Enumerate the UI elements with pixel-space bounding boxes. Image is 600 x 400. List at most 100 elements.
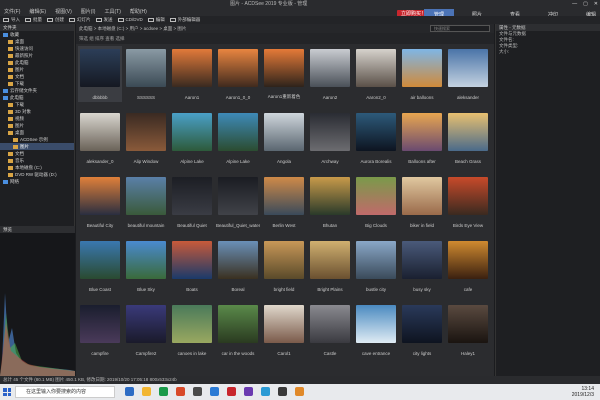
edit-button[interactable]: 编辑 — [147, 16, 165, 24]
thumbnail-item[interactable]: biker in field — [400, 174, 444, 230]
thumbnail-item[interactable]: Carol1 — [262, 302, 306, 358]
create-button[interactable]: 创建 — [47, 16, 64, 24]
thumbnail-item[interactable]: Archway — [308, 110, 352, 166]
thumbnail-item[interactable]: Blue Coast — [78, 238, 122, 294]
thumbnail-item[interactable]: aleksander_0 — [78, 110, 122, 166]
folder-tree-item[interactable]: 下载 — [0, 101, 74, 108]
batch-button[interactable]: 批量 — [25, 16, 42, 24]
windows-start-button[interactable] — [3, 388, 11, 396]
maximize-button[interactable]: ▢ — [583, 0, 588, 8]
thumbnail-item[interactable]: Aaron1 — [170, 46, 214, 102]
thumbnail-item[interactable]: car in the woods — [216, 302, 260, 358]
thumbnail-item[interactable]: Beautiful City — [78, 174, 122, 230]
menu-file[interactable]: 文件(F) — [4, 8, 20, 16]
menu-help[interactable]: 帮助(H) — [130, 8, 147, 16]
filter-bar[interactable]: 筛选 组 排序 查看 选择 — [76, 33, 494, 44]
thumbnail-item[interactable]: aleksander — [446, 46, 490, 102]
folder-tree-item[interactable]: 收藏 — [0, 31, 74, 38]
send-button[interactable]: 发送 — [95, 16, 113, 24]
folder-tree-item[interactable]: 此电脑 — [0, 94, 74, 101]
folder-tree-item[interactable]: 桌面 — [0, 38, 74, 45]
folder-tree-item[interactable]: 音乐 — [0, 157, 74, 164]
folder-tree-item[interactable]: 网络 — [0, 178, 74, 185]
folder-tree-item[interactable]: 本地磁盘 (C:) — [0, 164, 74, 171]
thumbnail-item[interactable]: dbbbbb — [78, 46, 122, 102]
thumbnail-item[interactable]: Berlin West — [262, 174, 306, 230]
thumbnail-item[interactable]: busy sky — [400, 238, 444, 294]
thumbnail-item[interactable]: Big Clouds — [354, 174, 398, 230]
folder-tree-item[interactable]: 下载 — [0, 80, 74, 87]
thumbnail-item[interactable]: Beautiful Quiet — [170, 174, 214, 230]
folder-tree-item[interactable]: 图片 — [0, 143, 74, 150]
minimize-button[interactable]: — — [572, 0, 577, 8]
folder-tree-item[interactable]: 图片 — [0, 122, 74, 129]
taskbar-app-icon[interactable] — [227, 387, 236, 396]
folder-tree-item[interactable]: ACDSee 示例 — [0, 136, 74, 143]
menu-image[interactable]: 图片(I) — [81, 8, 96, 16]
folder-tree-item[interactable]: 最新照片 — [0, 52, 74, 59]
thumbnail-item[interactable]: city lights — [400, 302, 444, 358]
thumbnail-item[interactable]: Alpine Lake — [216, 110, 260, 166]
thumbnail-item[interactable]: Angola — [262, 110, 306, 166]
thumbnail-item[interactable]: Beach Grass — [446, 110, 490, 166]
slideshow-button[interactable]: 幻灯片 — [69, 16, 91, 24]
thumbnail-item[interactable]: Castle — [308, 302, 352, 358]
thumbnail-item[interactable]: Alpine Lake — [170, 110, 214, 166]
taskbar-app-icon[interactable] — [159, 387, 168, 396]
thumbnail-item[interactable]: Boreal — [216, 238, 260, 294]
thumbnail-item[interactable]: Haley1 — [446, 302, 490, 358]
menu-edit[interactable]: 编辑(E) — [29, 8, 46, 16]
folder-tree-item[interactable]: 云存储文件夹 — [0, 87, 74, 94]
thumbnail-item[interactable]: canoes in lake — [170, 302, 214, 358]
thumbnail-item[interactable]: air balloons — [400, 46, 444, 102]
thumbnail-item[interactable]: Boats — [170, 238, 214, 294]
thumbnail-item[interactable]: cave entrance — [354, 302, 398, 358]
folder-tree-item[interactable]: 图片 — [0, 66, 74, 73]
thumbnail-item[interactable]: Bhutan — [308, 174, 352, 230]
thumbnail-item[interactable]: Birds Eye View — [446, 174, 490, 230]
folder-tree-item[interactable]: 3D 对象 — [0, 108, 74, 115]
thumbnail-item[interactable]: campfire — [78, 302, 122, 358]
close-button[interactable]: ✕ — [594, 0, 598, 8]
taskbar-app-icon[interactable] — [193, 387, 202, 396]
taskbar-search-input[interactable]: 在这里输入你要搜索的内容 — [15, 386, 115, 398]
taskbar-app-icon[interactable] — [176, 387, 185, 396]
thumbnail-item[interactable]: bustle city — [354, 238, 398, 294]
folder-tree-item[interactable]: 快速访问 — [0, 45, 74, 52]
thumbnail-item[interactable]: bright field — [262, 238, 306, 294]
folder-tree-item[interactable]: 文档 — [0, 150, 74, 157]
menu-view[interactable]: 视图(V) — [55, 8, 72, 16]
folder-tree-item[interactable]: 视频 — [0, 115, 74, 122]
folder-tree-item[interactable]: 桌面 — [0, 129, 74, 136]
thumbnail-item[interactable]: Beautiful_Quiet_waterm... — [216, 174, 260, 230]
menu-tools[interactable]: 工具(T) — [104, 8, 120, 16]
folder-tree-item[interactable]: 此电脑 — [0, 59, 74, 66]
cd-dvd-button[interactable]: CD/DVD — [117, 16, 143, 24]
thumbnail-item[interactable]: Aaron2 — [308, 46, 352, 102]
taskbar-app-icon[interactable] — [125, 387, 134, 396]
thumbnail-item[interactable]: Aaron2_0 — [354, 46, 398, 102]
thumbnail-item[interactable]: SSSSSS — [124, 46, 168, 102]
folder-tree-item[interactable]: DVD RW 驱动器 (D:) — [0, 171, 74, 178]
thumbnail-item[interactable]: Aaron1重新着色 — [262, 46, 306, 102]
taskbar-app-icon[interactable] — [210, 387, 219, 396]
thumbnail-item[interactable]: Bright Plains — [308, 238, 352, 294]
taskbar-app-icon[interactable] — [295, 387, 304, 396]
thumbnail-item[interactable]: Aurora Borealis — [354, 110, 398, 166]
thumbnail-item[interactable]: Balloons after — [400, 110, 444, 166]
thumbnail-item[interactable]: cafe — [446, 238, 490, 294]
taskbar-app-icon[interactable] — [142, 387, 151, 396]
taskbar-app-icon[interactable] — [278, 387, 287, 396]
thumbnail-item[interactable]: Campfire2 — [124, 302, 168, 358]
thumbnail-item[interactable]: Alip Window — [124, 110, 168, 166]
taskbar-app-icon[interactable] — [244, 387, 253, 396]
breadcrumb[interactable]: 此电脑 > 本地磁盘 (C:) > 用户 > acdsee > 桌面 > 图片 — [79, 26, 186, 31]
import-button[interactable]: 导入 — [3, 16, 20, 24]
thumbnail-item[interactable]: Blue Sky — [124, 238, 168, 294]
quick-search-input[interactable]: 快速搜索 — [430, 25, 490, 32]
taskbar-app-icon[interactable] — [261, 387, 270, 396]
thumbnail-item[interactable]: Aaron1_0_0 — [216, 46, 260, 102]
thumbnail-item[interactable]: beautiful mountain — [124, 174, 168, 230]
external-editor-button[interactable]: 外部编辑器 — [169, 16, 200, 24]
folder-tree-item[interactable]: 文档 — [0, 73, 74, 80]
